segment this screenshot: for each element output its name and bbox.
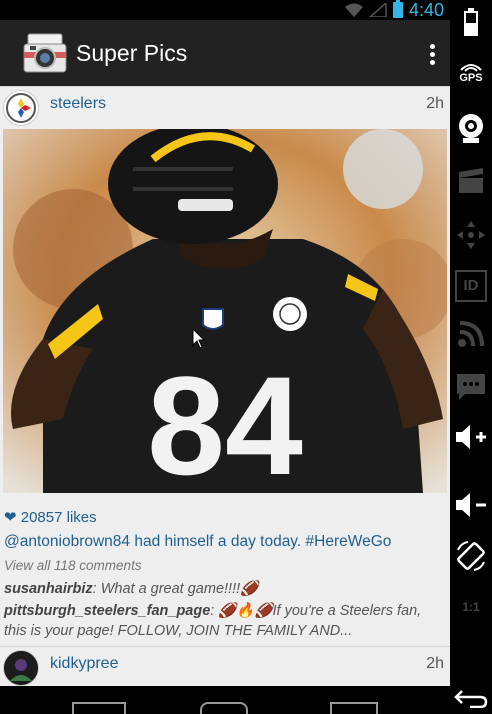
home-nav-icon[interactable]: [200, 702, 248, 714]
polaroid-camera-icon[interactable]: [22, 30, 68, 76]
id-label: ID: [455, 270, 487, 302]
post-photo[interactable]: 84: [3, 129, 447, 493]
rss-icon[interactable]: [450, 320, 492, 348]
sms-icon[interactable]: [450, 372, 492, 402]
webcam-icon[interactable]: [450, 112, 492, 144]
comment-username[interactable]: pittsburgh_steelers_fan_page: [4, 603, 210, 619]
status-bar: 4:40: [0, 0, 450, 20]
comment-item: susanhairbiz: What a great game!!!!🏈: [4, 579, 444, 599]
post-header: kidkypree 2h: [0, 646, 450, 689]
status-time: 4:40: [408, 0, 444, 20]
user-avatar-icon: [4, 651, 38, 685]
volume-down-icon[interactable]: [450, 490, 492, 520]
wifi-icon: [344, 3, 363, 17]
likes-count[interactable]: ❤ 20857 likes: [4, 508, 97, 526]
gps-label: GPS: [459, 72, 483, 84]
navigation-bar: [0, 686, 450, 714]
action-bar: Super Pics: [0, 20, 450, 86]
app-title: Super Pics: [76, 39, 188, 66]
steelers-logo-icon: [6, 93, 36, 123]
gps-icon[interactable]: GPS: [450, 60, 492, 84]
back-nav-icon[interactable]: [72, 702, 126, 714]
post-username[interactable]: kidkypree: [50, 655, 118, 673]
device-screen: 4:40 Super Pics steelers 2h 84 ❤ 20857 l…: [0, 0, 450, 714]
rotate-icon[interactable]: [450, 540, 492, 572]
post-caption[interactable]: @antoniobrown84 had himself a day today.…: [4, 533, 391, 551]
back-icon[interactable]: [450, 688, 492, 708]
view-all-comments-link[interactable]: View all 118 comments: [4, 558, 142, 573]
volume-up-icon[interactable]: [450, 422, 492, 452]
battery-icon[interactable]: [450, 8, 492, 36]
overflow-menu-icon[interactable]: [430, 44, 436, 68]
comment-item: pittsburgh_steelers_fan_page: 🏈🔥🏈If you'…: [4, 601, 444, 641]
comment-username[interactable]: susanhairbiz: [4, 581, 93, 597]
scale-label: 1:1: [462, 600, 480, 614]
post-time: 2h: [426, 655, 444, 672]
comment-text: : What a great game!!!!🏈: [92, 581, 259, 597]
jersey-number: 84: [147, 347, 303, 493]
emulator-sidebar: GPS ID 1:1: [450, 0, 492, 714]
post-username[interactable]: steelers: [50, 95, 106, 113]
scale-icon[interactable]: 1:1: [450, 592, 492, 614]
post-header: steelers 2h: [0, 86, 450, 129]
id-icon[interactable]: ID: [450, 270, 492, 302]
recent-apps-nav-icon[interactable]: [330, 702, 378, 714]
avatar[interactable]: [3, 650, 39, 686]
signal-icon: [368, 3, 387, 17]
battery-icon: [392, 0, 403, 18]
post-time: 2h: [426, 95, 444, 112]
clapperboard-icon[interactable]: [450, 168, 492, 194]
dpad-icon[interactable]: [450, 220, 492, 250]
avatar[interactable]: [3, 90, 39, 126]
